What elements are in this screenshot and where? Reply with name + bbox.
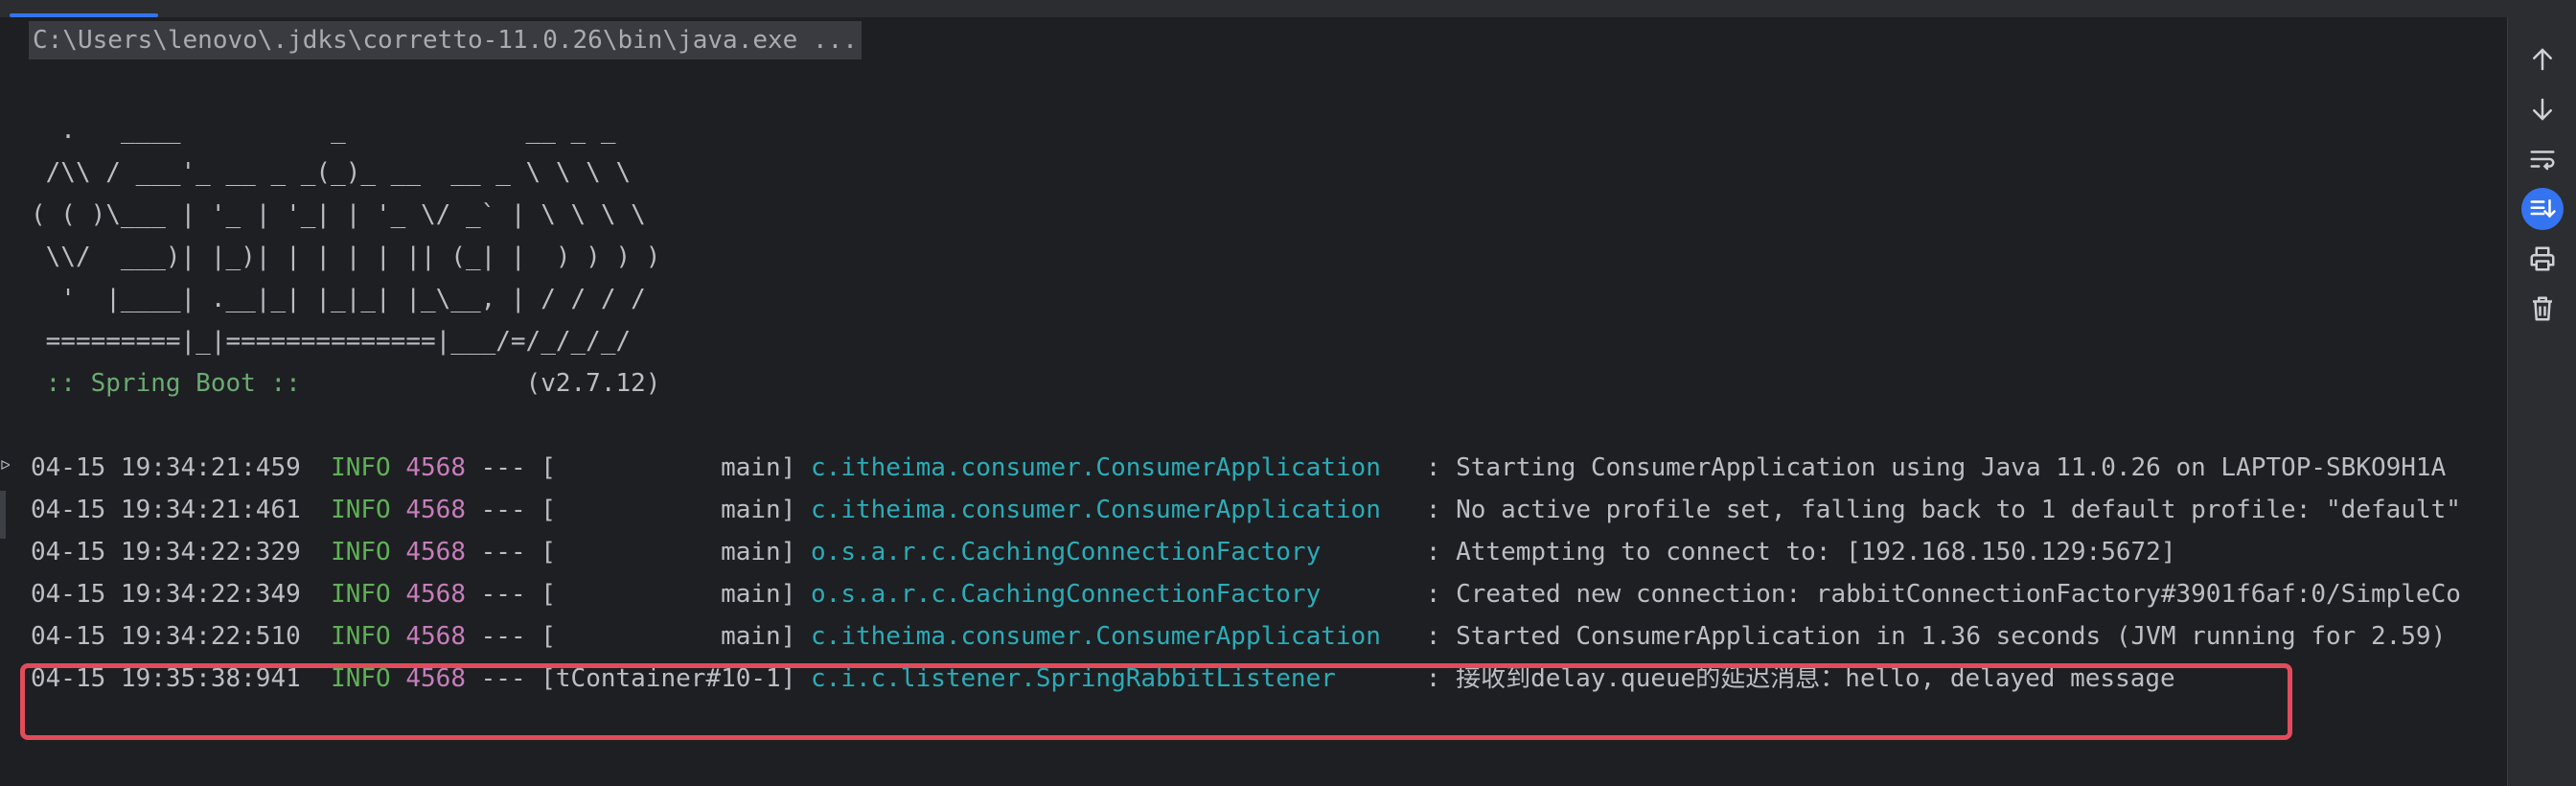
print-icon[interactable] (2521, 238, 2564, 280)
command-line[interactable]: C:\Users\lenovo\.jdks\corretto-11.0.26\b… (29, 21, 862, 59)
banner-line-6: =========|_|==============|___/=/_/_/_/ (31, 327, 632, 356)
log-thread: --- [ main] (465, 538, 812, 566)
log-logger-link[interactable]: c.itheima.consumer.ConsumerApplication (811, 496, 1411, 524)
log-pid: 4568 (405, 496, 466, 524)
log-level: INFO (331, 496, 391, 524)
console-toolbar (2507, 17, 2576, 786)
banner-line-3: ( ( )\___ | '_ | '_| | '_ \/ _` | \ \ \ … (31, 200, 646, 229)
log-logger-link[interactable]: c.itheima.consumer.ConsumerApplication (811, 622, 1411, 651)
log-logger-link[interactable]: o.s.a.r.c.CachingConnectionFactory (811, 538, 1411, 566)
log-thread: --- [ main] (465, 622, 812, 651)
banner-line-1: . ____ _ __ _ _ (31, 116, 616, 145)
log-thread: --- [ main] (465, 580, 812, 609)
spring-boot-label: :: Spring Boot :: (31, 369, 316, 398)
log-thread: --- [ main] (465, 453, 812, 482)
log-pid: 4568 (405, 453, 466, 482)
log-thread: --- [ main] (465, 496, 812, 524)
log-timestamp: 04-15 19:34:22:510 (31, 622, 301, 651)
log-pid: 4568 (405, 622, 466, 651)
log-line: 04-15 19:34:22:510 INFO 4568 --- [ main]… (31, 615, 2446, 658)
log-timestamp: 04-15 19:34:21:461 (31, 496, 301, 524)
log-line: 04-15 19:34:22:329 INFO 4568 --- [ main]… (31, 531, 2175, 573)
trash-icon[interactable] (2521, 288, 2564, 330)
log-level: INFO (331, 580, 391, 609)
log-message: : Created new connection: rabbitConnecti… (1411, 580, 2461, 609)
spring-boot-line: :: Spring Boot :: (v2.7.12) (31, 362, 661, 405)
soft-wrap-icon[interactable] (2521, 138, 2564, 180)
log-message: : Starting ConsumerApplication using Jav… (1411, 453, 2447, 482)
log-pid: 4568 (405, 538, 466, 566)
log-level: INFO (331, 453, 391, 482)
arrow-up-icon[interactable] (2521, 38, 2564, 81)
log-logger-link[interactable]: c.itheima.consumer.ConsumerApplication (811, 453, 1411, 482)
arrow-down-icon[interactable] (2521, 88, 2564, 130)
gutter-scroll-mark (0, 491, 6, 539)
log-timestamp: 04-15 19:34:21:459 (31, 453, 301, 482)
log-line: 04-15 19:34:21:459 INFO 4568 --- [ main]… (31, 447, 2446, 489)
log-timestamp: 04-15 19:34:22:349 (31, 580, 301, 609)
scroll-to-end-icon[interactable] (2521, 188, 2564, 230)
spring-boot-version: (v2.7.12) (315, 369, 661, 398)
log-pid: 4568 (405, 580, 466, 609)
gutter-fold-icon: ᐅ (0, 458, 11, 474)
log-message: : Started ConsumerApplication in 1.36 se… (1411, 622, 2447, 651)
run-console[interactable]: ᐅ C:\Users\lenovo\.jdks\corretto-11.0.26… (0, 17, 2507, 786)
banner-line-4: \\/ ___)| |_)| | | | | || (_| | ) ) ) ) (31, 243, 661, 271)
log-level: INFO (331, 622, 391, 651)
tool-window-tab-bar (0, 0, 2576, 17)
log-timestamp: 04-15 19:34:22:329 (31, 538, 301, 566)
log-level: INFO (331, 538, 391, 566)
log-message: : Attempting to connect to: [192.168.150… (1411, 538, 2176, 566)
banner-line-2: /\\ / ___'_ __ _ _(_)_ __ __ _ \ \ \ \ (31, 158, 632, 187)
log-line: 04-15 19:34:22:349 INFO 4568 --- [ main]… (31, 573, 2461, 615)
banner-line-5: ' |____| .__|_| |_|_| |_\__, | / / / / (31, 285, 646, 313)
annotation-highlight-box (20, 663, 2292, 740)
log-message: : No active profile set, falling back to… (1411, 496, 2461, 524)
log-line: 04-15 19:34:21:461 INFO 4568 --- [ main]… (31, 489, 2461, 531)
log-logger-link[interactable]: o.s.a.r.c.CachingConnectionFactory (811, 580, 1411, 609)
